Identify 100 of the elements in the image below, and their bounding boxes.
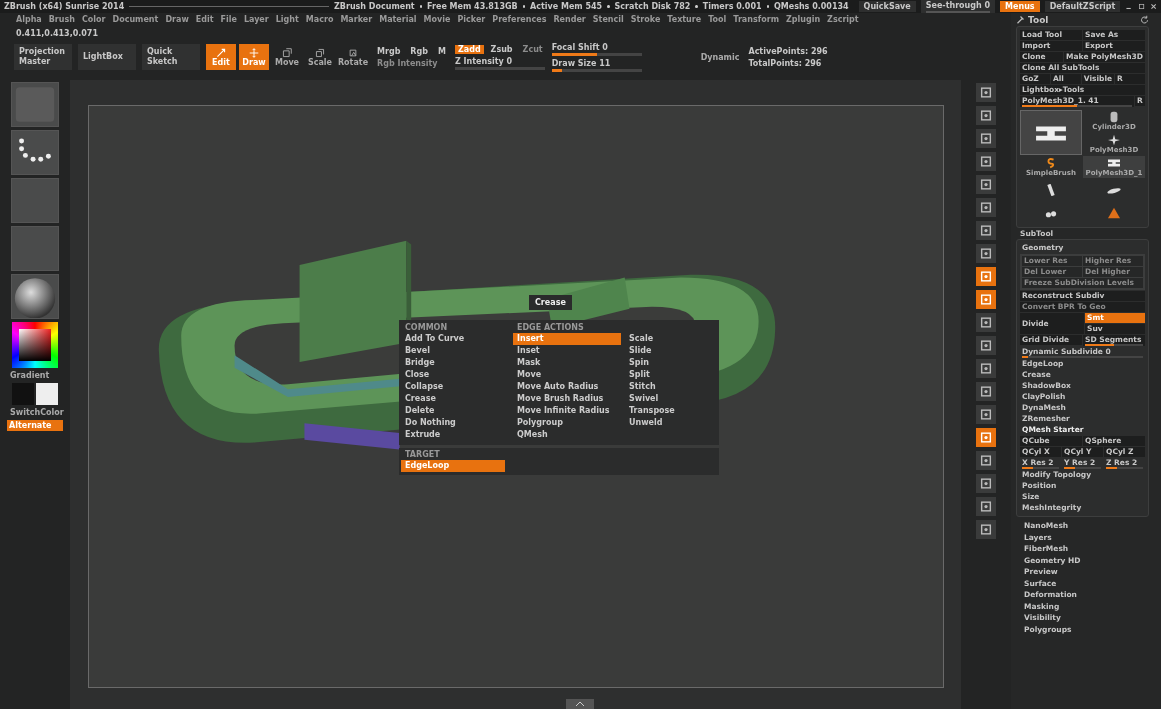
action-item[interactable]: Transpose: [625, 405, 713, 417]
maximize-icon[interactable]: [1137, 2, 1145, 11]
view-button[interactable]: [976, 129, 996, 148]
view-button[interactable]: [976, 428, 996, 447]
action-item[interactable]: QMesh: [513, 429, 621, 441]
shelf-button[interactable]: Quick Sketch: [142, 44, 200, 70]
action-item[interactable]: Swivel: [625, 393, 713, 405]
action-item[interactable]: Add To Curve: [401, 333, 509, 345]
z-mode-button[interactable]: Zsub: [487, 44, 516, 54]
action-item[interactable]: Extrude: [401, 429, 509, 441]
view-button[interactable]: [976, 152, 996, 171]
view-button[interactable]: [976, 175, 996, 194]
action-item[interactable]: Scale: [625, 333, 713, 345]
menu-item[interactable]: Document: [112, 15, 159, 26]
square-icon: [979, 247, 993, 260]
memory-stat: Scratch Disk 782: [614, 2, 691, 11]
action-item[interactable]: Polygroup: [513, 417, 621, 429]
color-mode-button[interactable]: Rgb: [407, 46, 431, 56]
view-button[interactable]: [976, 405, 996, 424]
view-button[interactable]: [976, 267, 996, 286]
shelf-button[interactable]: LightBox: [78, 44, 136, 70]
menu-item[interactable]: Alpha: [16, 15, 42, 26]
action-item[interactable]: Unweld: [625, 417, 713, 429]
action-item[interactable]: Do Nothing: [401, 417, 509, 429]
expand-tab-icon[interactable]: [566, 699, 594, 709]
menu-item[interactable]: Preferences: [492, 15, 547, 26]
z-intensity-slider[interactable]: Z Intensity 0: [454, 56, 546, 70]
view-button[interactable]: [976, 290, 996, 309]
menu-item[interactable]: Render: [553, 15, 586, 26]
menu-item[interactable]: Brush: [48, 15, 75, 26]
menu-item[interactable]: Color: [81, 15, 106, 26]
tool-thumbnail[interactable]: [1020, 110, 1082, 155]
view-button[interactable]: [976, 83, 996, 102]
color-mode-button[interactable]: Mrgb: [374, 46, 404, 56]
action-item[interactable]: Stitch: [625, 381, 713, 393]
hammer-icon: [1016, 15, 1025, 24]
view-button[interactable]: [976, 313, 996, 332]
menu-item[interactable]: Zplugin: [785, 15, 821, 26]
view-button[interactable]: [976, 106, 996, 125]
square-icon: [979, 86, 993, 99]
quicksave-button[interactable]: QuickSave: [858, 1, 916, 12]
action-item[interactable]: Crease: [401, 393, 509, 405]
view-button[interactable]: [976, 497, 996, 516]
reset-icon[interactable]: [1140, 15, 1149, 24]
menu-item[interactable]: Layer: [243, 15, 269, 26]
view-button[interactable]: [976, 198, 996, 217]
action-item[interactable]: Bridge: [401, 357, 509, 369]
mode-button[interactable]: Move: [272, 44, 302, 70]
mode-button[interactable]: Rotate: [338, 44, 368, 70]
dynamic-button[interactable]: Dynamic: [697, 52, 743, 62]
menu-item[interactable]: Texture: [667, 15, 702, 26]
view-button[interactable]: [976, 382, 996, 401]
action-item[interactable]: Collapse: [401, 381, 509, 393]
menu-item[interactable]: Stencil: [592, 15, 624, 26]
action-item[interactable]: Inset: [513, 345, 621, 357]
draw-size-slider[interactable]: Draw Size 11: [551, 58, 692, 72]
action-item[interactable]: Move Brush Radius: [513, 393, 621, 405]
menu-item[interactable]: Movie: [423, 15, 451, 26]
action-item[interactable]: Slide: [625, 345, 713, 357]
view-button[interactable]: [976, 336, 996, 355]
action-item[interactable]: Mask: [513, 357, 621, 369]
material-thumbnail[interactable]: [11, 274, 59, 319]
action-item[interactable]: Delete: [401, 405, 509, 417]
view-button[interactable]: [976, 221, 996, 240]
mode-button[interactable]: Scale: [305, 44, 335, 70]
view-button[interactable]: [976, 244, 996, 263]
document-canvas[interactable]: [88, 105, 944, 688]
menu-item[interactable]: Zscript: [827, 15, 859, 26]
close-icon[interactable]: [1149, 2, 1157, 11]
menu-item[interactable]: Material: [379, 15, 417, 26]
menu-item[interactable]: Edit: [195, 15, 214, 26]
action-item[interactable]: Move Infinite Radius: [513, 405, 621, 417]
view-button[interactable]: [976, 359, 996, 378]
action-item[interactable]: Bevel: [401, 345, 509, 357]
view-button[interactable]: [976, 520, 996, 539]
stroke-thumbnail[interactable]: [11, 130, 59, 175]
shelf-button[interactable]: Projection Master: [14, 44, 72, 70]
action-item[interactable]: Split: [625, 369, 713, 381]
action-item[interactable]: Move: [513, 369, 621, 381]
menu-item[interactable]: Picker: [457, 15, 486, 26]
menu-item[interactable]: Stroke: [630, 15, 661, 26]
square-icon: [979, 500, 993, 513]
color-swatch-pair[interactable]: [12, 383, 58, 405]
action-item[interactable]: Move Auto Radius: [513, 381, 621, 393]
menu-item[interactable]: Marker: [340, 15, 373, 26]
menu-item[interactable]: Tool: [708, 15, 727, 26]
see-through-slider[interactable]: See-through 0: [920, 0, 996, 13]
menu-item[interactable]: Macro: [305, 15, 334, 26]
menu-item[interactable]: Transform: [733, 15, 779, 26]
focal-shift-slider[interactable]: Focal Shift 0: [551, 42, 692, 56]
menu-item[interactable]: File: [220, 15, 237, 26]
view-button[interactable]: [976, 451, 996, 470]
script-button[interactable]: DefaultZScript: [1044, 1, 1121, 12]
action-item[interactable]: Close: [401, 369, 509, 381]
menu-item[interactable]: Light: [275, 15, 299, 26]
view-button[interactable]: [976, 474, 996, 493]
action-item[interactable]: Spin: [625, 357, 713, 369]
color-picker[interactable]: [12, 322, 58, 368]
menu-item[interactable]: Draw: [165, 15, 189, 26]
color-mode-button[interactable]: M: [435, 46, 449, 56]
